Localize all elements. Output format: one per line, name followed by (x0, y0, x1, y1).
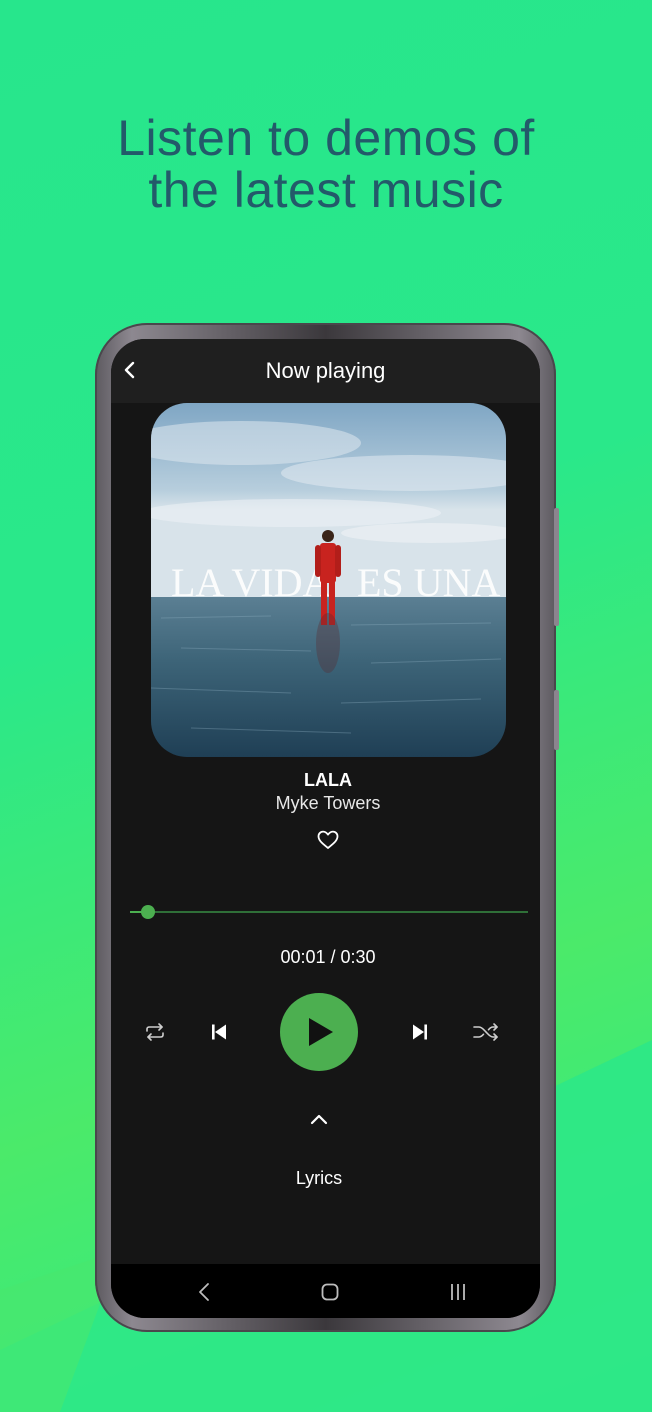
cover-text-right: ES UNA (357, 560, 500, 605)
skip-next-icon[interactable] (411, 1023, 429, 1041)
shuffle-icon[interactable] (473, 1022, 499, 1042)
nav-home-icon[interactable] (321, 1283, 339, 1301)
phone-side-button (554, 690, 559, 750)
system-navigation-bar (111, 1264, 540, 1318)
page-title: Now playing (265, 358, 386, 383)
play-button[interactable] (280, 993, 358, 1071)
top-app-bar: Now playing (111, 339, 540, 403)
nav-back-icon[interactable] (197, 1282, 211, 1302)
play-icon (309, 1018, 333, 1046)
phone-screen: Now playing LA VIDA ES UNA LALA Myke Tow… (111, 339, 540, 1318)
promo-headline: Listen to demos of the latest music (117, 110, 535, 218)
nav-recents-icon[interactable] (448, 1282, 468, 1302)
track-artist: Myke Towers (275, 793, 381, 813)
phone-side-button (554, 508, 559, 626)
progress-track[interactable] (130, 911, 528, 913)
progress-thumb[interactable] (141, 905, 155, 919)
lyrics-button[interactable]: Lyrics (111, 1168, 527, 1189)
skip-previous-icon[interactable] (210, 1023, 228, 1041)
album-cover-art: LA VIDA ES UNA (151, 403, 506, 757)
album-cover: LA VIDA ES UNA (151, 403, 506, 757)
chevron-up-icon[interactable] (309, 1112, 329, 1126)
heart-outline-icon[interactable] (317, 830, 339, 850)
repeat-icon[interactable] (144, 1022, 166, 1042)
playback-time: 00:01 / 0:30 (280, 947, 376, 967)
cover-text-left: LA VIDA (171, 560, 331, 605)
track-title: LALA (304, 770, 352, 790)
